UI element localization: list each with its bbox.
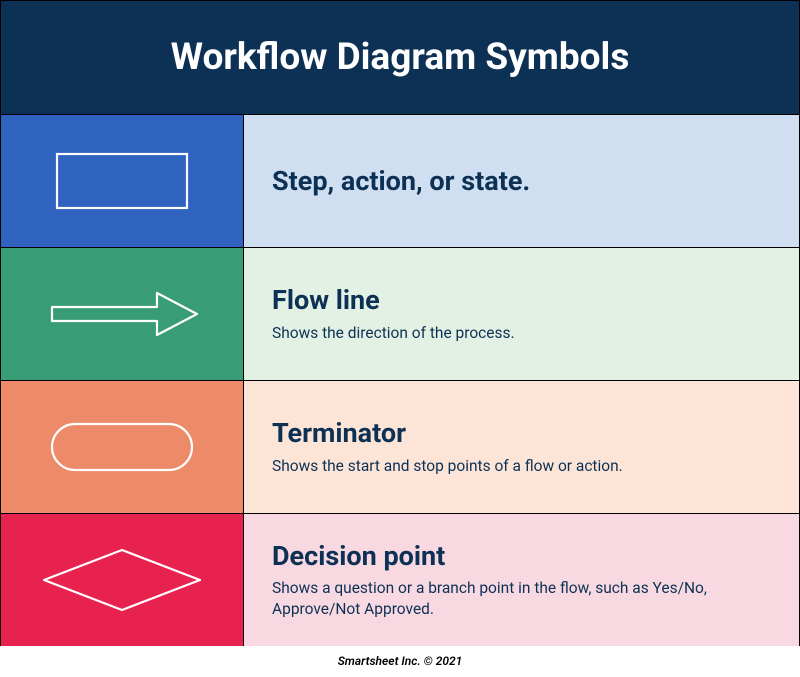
symbol-row-flowline: Flow line Shows the direction of the pro… <box>0 247 800 380</box>
footer-text: Smartsheet Inc. © 2021 <box>0 646 800 676</box>
rounded-rect-icon <box>42 412 202 482</box>
decision-title: Decision point <box>272 540 771 572</box>
terminator-title: Terminator <box>272 417 771 449</box>
flowline-subtitle: Shows the direction of the process. <box>272 323 771 344</box>
desc-cell-step: Step, action, or state. <box>244 115 799 247</box>
diagram-container: Workflow Diagram Symbols Step, action, o… <box>0 0 800 676</box>
symbol-cell-rectangle <box>1 115 244 247</box>
arrow-icon <box>37 279 207 349</box>
symbol-row-decision: Decision point Shows a question or a bra… <box>0 513 800 646</box>
terminator-subtitle: Shows the start and stop points of a flo… <box>272 456 771 477</box>
symbol-cell-arrow <box>1 248 244 380</box>
symbol-row-terminator: Terminator Shows the start and stop poin… <box>0 380 800 513</box>
diamond-icon <box>32 540 212 620</box>
desc-cell-decision: Decision point Shows a question or a bra… <box>244 514 799 646</box>
desc-cell-flowline: Flow line Shows the direction of the pro… <box>244 248 799 380</box>
symbol-row-step: Step, action, or state. <box>0 114 800 247</box>
flowline-title: Flow line <box>272 284 771 316</box>
header-title: Workflow Diagram Symbols <box>0 0 800 114</box>
symbol-cell-decision <box>1 514 244 646</box>
rectangle-icon <box>47 146 197 216</box>
desc-cell-terminator: Terminator Shows the start and stop poin… <box>244 381 799 513</box>
step-title: Step, action, or state. <box>272 165 771 197</box>
decision-subtitle: Shows a question or a branch point in th… <box>272 578 771 620</box>
symbol-cell-terminator <box>1 381 244 513</box>
